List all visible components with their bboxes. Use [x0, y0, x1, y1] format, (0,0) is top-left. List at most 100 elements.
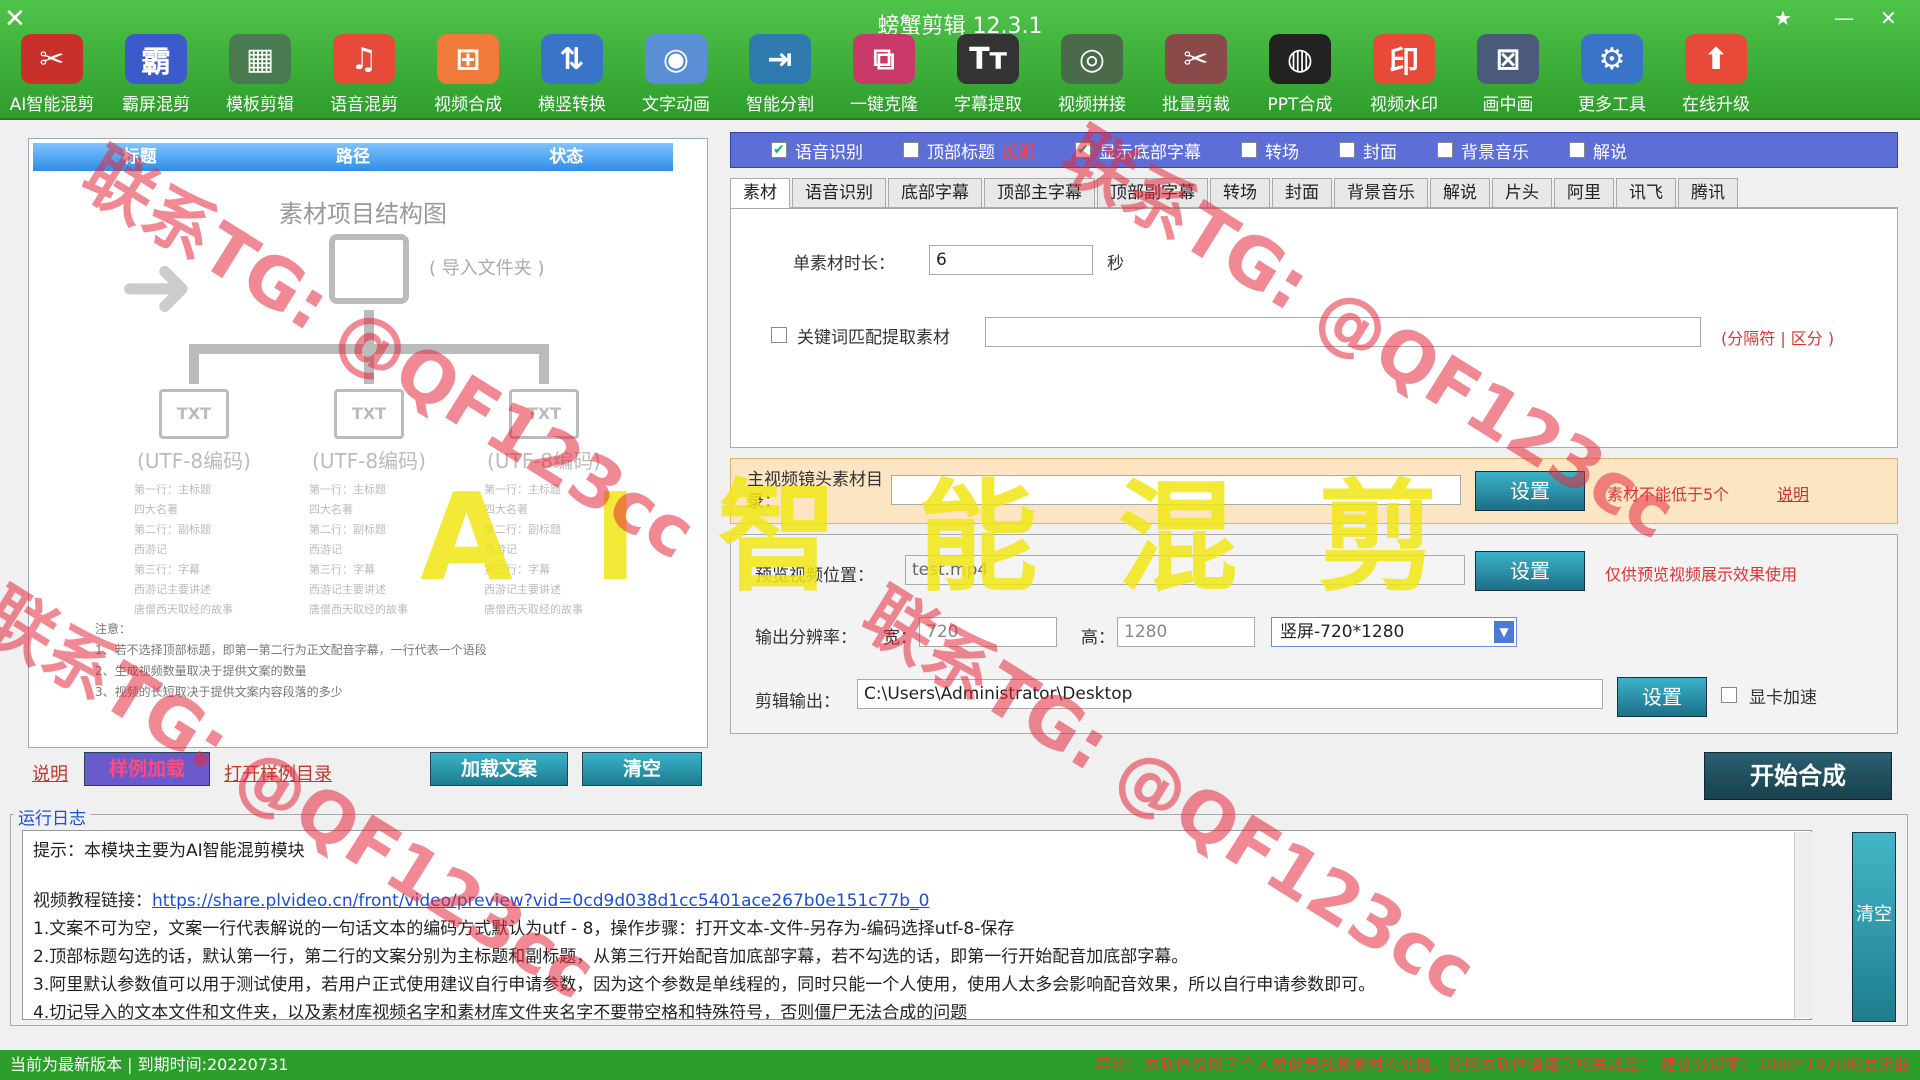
- txt-line: 西游记主要讲述: [484, 583, 561, 596]
- log-tip: 提示：本模块主要为AI智能混剪模块: [33, 841, 305, 861]
- material-dir-input[interactable]: [891, 475, 1461, 505]
- load-sample-button[interactable]: 样例加载: [84, 752, 210, 786]
- output-set-button[interactable]: 设置: [1617, 677, 1707, 717]
- txt-encoding: (UTF-8编码): [312, 449, 426, 473]
- output-path-input[interactable]: C:\Users\Administrator\Desktop: [857, 679, 1603, 709]
- txt-line: 第二行：副标题: [309, 523, 386, 536]
- txt-line: 唐僧西天取经的故事: [484, 603, 583, 616]
- notes: 注意： 1、若不选择顶部标题，即第一第二行为正文配音字幕，一行代表一个语段 2、…: [95, 619, 695, 703]
- chevron-down-icon[interactable]: ▼: [1494, 621, 1514, 643]
- close-button[interactable]: ✕: [1880, 6, 1897, 30]
- column-title[interactable]: 标题: [33, 143, 246, 171]
- toolbar-label: 一键克隆: [850, 95, 918, 115]
- option-checkbox[interactable]: 顶部标题 说明: [903, 138, 1035, 163]
- txt-file-icon: TXT: [509, 389, 579, 439]
- option-help-link[interactable]: 说明: [1001, 138, 1035, 163]
- settings-tab[interactable]: 转场: [1210, 178, 1270, 208]
- checked-icon[interactable]: ✔: [771, 142, 787, 158]
- toolbar-button[interactable]: ◉ 文字动画: [624, 34, 728, 118]
- settings-tab[interactable]: 顶部副字幕: [1097, 178, 1208, 208]
- settings-tab[interactable]: 腾讯: [1678, 178, 1738, 208]
- settings-tab[interactable]: 背景音乐: [1334, 178, 1428, 208]
- gpu-checkbox[interactable]: [1721, 687, 1737, 703]
- option-checkbox[interactable]: ✔ 显示底部字幕: [1075, 138, 1201, 163]
- txt-line: 西游记: [484, 543, 517, 556]
- toolbar-button[interactable]: ⬆ 在线升级: [1664, 34, 1768, 118]
- preview-set-button[interactable]: 设置: [1475, 551, 1585, 591]
- toolbar-label: 智能分割: [746, 95, 814, 115]
- keyword-input[interactable]: [985, 317, 1701, 347]
- settings-tab[interactable]: 素材: [730, 178, 790, 208]
- left-actions: 说明 样例加载 打开样例目录 加载文案 清空: [28, 752, 708, 788]
- settings-tab[interactable]: 阿里: [1554, 178, 1614, 208]
- toolbar-button[interactable]: ✂ AI智能混剪: [0, 34, 104, 118]
- option-checkbox[interactable]: 解说: [1569, 138, 1627, 163]
- toolbar-button[interactable]: Tт 字幕提取: [936, 34, 1040, 118]
- material-list-header: 标题 路径 状态: [33, 143, 673, 171]
- unchecked-icon[interactable]: [1437, 142, 1453, 158]
- width-input[interactable]: 720: [919, 617, 1057, 647]
- tutorial-link[interactable]: https://share.plvideo.cn/front/video/pre…: [152, 891, 929, 911]
- unchecked-icon[interactable]: [1339, 142, 1355, 158]
- keyword-checkbox[interactable]: [771, 327, 787, 343]
- toolbar-button[interactable]: ◍ PPT合成: [1248, 34, 1352, 118]
- checked-icon[interactable]: ✔: [1075, 142, 1091, 158]
- toolbar-button[interactable]: ⇅ 横竖转换: [520, 34, 624, 118]
- log-line: 1.文案不可为空，文案一行代表解说的一句话文本的编码方式默认为utf - 8，操…: [33, 919, 1015, 939]
- toolbar-button[interactable]: ✂ 批量剪裁: [1144, 34, 1248, 118]
- txt-line: 第三行：字幕: [484, 563, 550, 576]
- toolbar-button[interactable]: 霸霸屏混剪: [104, 34, 208, 118]
- diagram-import-label: ( 导入文件夹 ): [429, 258, 545, 279]
- height-label: 高：: [1081, 628, 1115, 648]
- height-input[interactable]: 1280: [1117, 617, 1255, 647]
- unchecked-icon[interactable]: [1241, 142, 1257, 158]
- option-checkbox[interactable]: 转场: [1241, 138, 1299, 163]
- toolbar-button[interactable]: ⇥ 智能分割: [728, 34, 832, 118]
- toolbar-button[interactable]: ▦ 模板剪辑: [208, 34, 312, 118]
- open-sample-dir-link[interactable]: 打开样例目录: [224, 760, 332, 786]
- resolution-select[interactable]: 竖屏-720*1280 ▼: [1271, 617, 1517, 647]
- txt-lines: 第一行：主标题 四大名著 第二行：副标题 西游记 第三行：字幕 西游记主要讲述 …: [309, 480, 439, 620]
- material-help-link[interactable]: 说明: [1777, 481, 1809, 505]
- load-copy-button[interactable]: 加载文案: [430, 752, 568, 786]
- option-checkbox[interactable]: 背景音乐: [1437, 138, 1529, 163]
- log-output[interactable]: 提示：本模块主要为AI智能混剪模块 视频教程链接：https://share.p…: [22, 830, 1812, 1020]
- toolbar-button[interactable]: ◎ 视频拼接: [1040, 34, 1144, 118]
- option-checkbox[interactable]: 封面: [1339, 138, 1397, 163]
- material-dir-set-button[interactable]: 设置: [1475, 471, 1585, 511]
- settings-tab[interactable]: 封面: [1272, 178, 1332, 208]
- options-bar: ✔ 语音识别 顶部标题 说明 ✔ 显示底部字幕 转场 封面 背景音乐 解说: [730, 132, 1898, 168]
- app-badge-icon[interactable]: ★: [1774, 6, 1792, 30]
- minimize-button[interactable]: —: [1834, 6, 1854, 30]
- settings-tab[interactable]: 顶部主字幕: [984, 178, 1095, 208]
- log-scrollbar[interactable]: [1794, 832, 1812, 1018]
- toolbar-button[interactable]: 印视频水印: [1352, 34, 1456, 118]
- toolbar-button[interactable]: ⊞ 视频合成: [416, 34, 520, 118]
- help-link[interactable]: 说明: [32, 760, 68, 786]
- clear-log-button[interactable]: 清空: [1852, 832, 1896, 1022]
- clear-list-button[interactable]: 清空: [582, 752, 702, 786]
- unchecked-icon[interactable]: [1569, 142, 1585, 158]
- unchecked-icon[interactable]: [903, 142, 919, 158]
- toolbar-label: PPT合成: [1267, 95, 1333, 115]
- settings-tab[interactable]: 语音识别: [792, 178, 886, 208]
- column-path[interactable]: 路径: [246, 143, 459, 171]
- settings-tab[interactable]: 片头: [1492, 178, 1552, 208]
- option-checkbox[interactable]: ✔ 语音识别: [771, 138, 863, 163]
- settings-tab[interactable]: 讯飞: [1616, 178, 1676, 208]
- preview-input[interactable]: test.mp4: [905, 555, 1465, 585]
- more-tools-icon: ⚙: [1581, 34, 1643, 84]
- toolbar-button[interactable]: ⊠ 画中画: [1456, 34, 1560, 118]
- settings-tab[interactable]: 底部字幕: [888, 178, 982, 208]
- toolbar-button[interactable]: ♫ 语音混剪: [312, 34, 416, 118]
- duration-input[interactable]: 6: [929, 245, 1093, 275]
- toolbar-button[interactable]: ⧉ 一键克隆: [832, 34, 936, 118]
- settings-tab[interactable]: 解说: [1430, 178, 1490, 208]
- start-compose-button[interactable]: 开始合成: [1704, 752, 1892, 800]
- title-bar: ✕ 螃蟹剪辑 12.3.1 ★ — ✕ ✂ AI智能混剪霸霸屏混剪 ▦ 模板剪辑 ♫ 语音…: [0, 0, 1920, 120]
- ai-mix-icon: ✂: [21, 34, 83, 84]
- toolbar-button[interactable]: ⚙ 更多工具: [1560, 34, 1664, 118]
- text-anim-icon: ◉: [645, 34, 707, 84]
- column-status[interactable]: 状态: [460, 143, 673, 171]
- txt-line: 四大名著: [134, 503, 178, 516]
